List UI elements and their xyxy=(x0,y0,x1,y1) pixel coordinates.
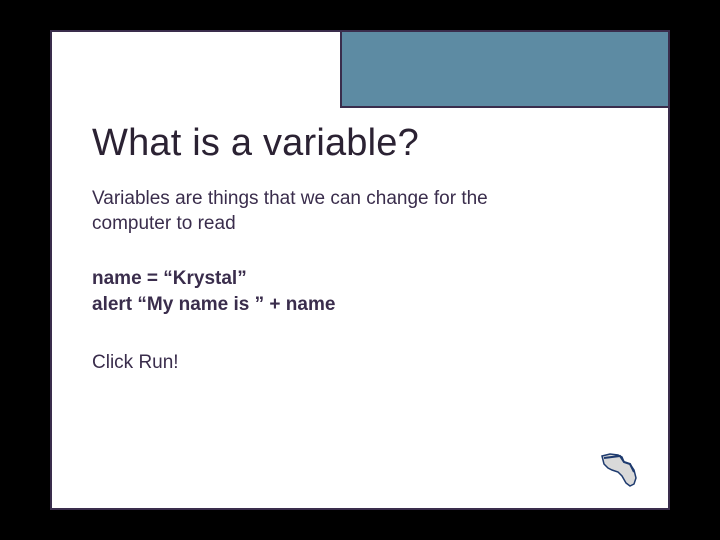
slide-card: What is a variable? Variables are things… xyxy=(50,30,670,510)
code-line-1: name = “Krystal” xyxy=(92,266,628,292)
slide-title: What is a variable? xyxy=(92,122,628,165)
slide-description: Variables are things that we can change … xyxy=(92,187,572,236)
cta-text: Click Run! xyxy=(92,352,628,374)
code-line-2: alert “My name is ” + name xyxy=(92,292,628,318)
florida-icon xyxy=(600,450,646,490)
slide-stage: What is a variable? Variables are things… xyxy=(0,0,720,540)
slide-content: What is a variable? Variables are things… xyxy=(92,122,628,374)
accent-bar xyxy=(340,30,670,108)
code-block: name = “Krystal” alert “My name is ” + n… xyxy=(92,266,628,317)
